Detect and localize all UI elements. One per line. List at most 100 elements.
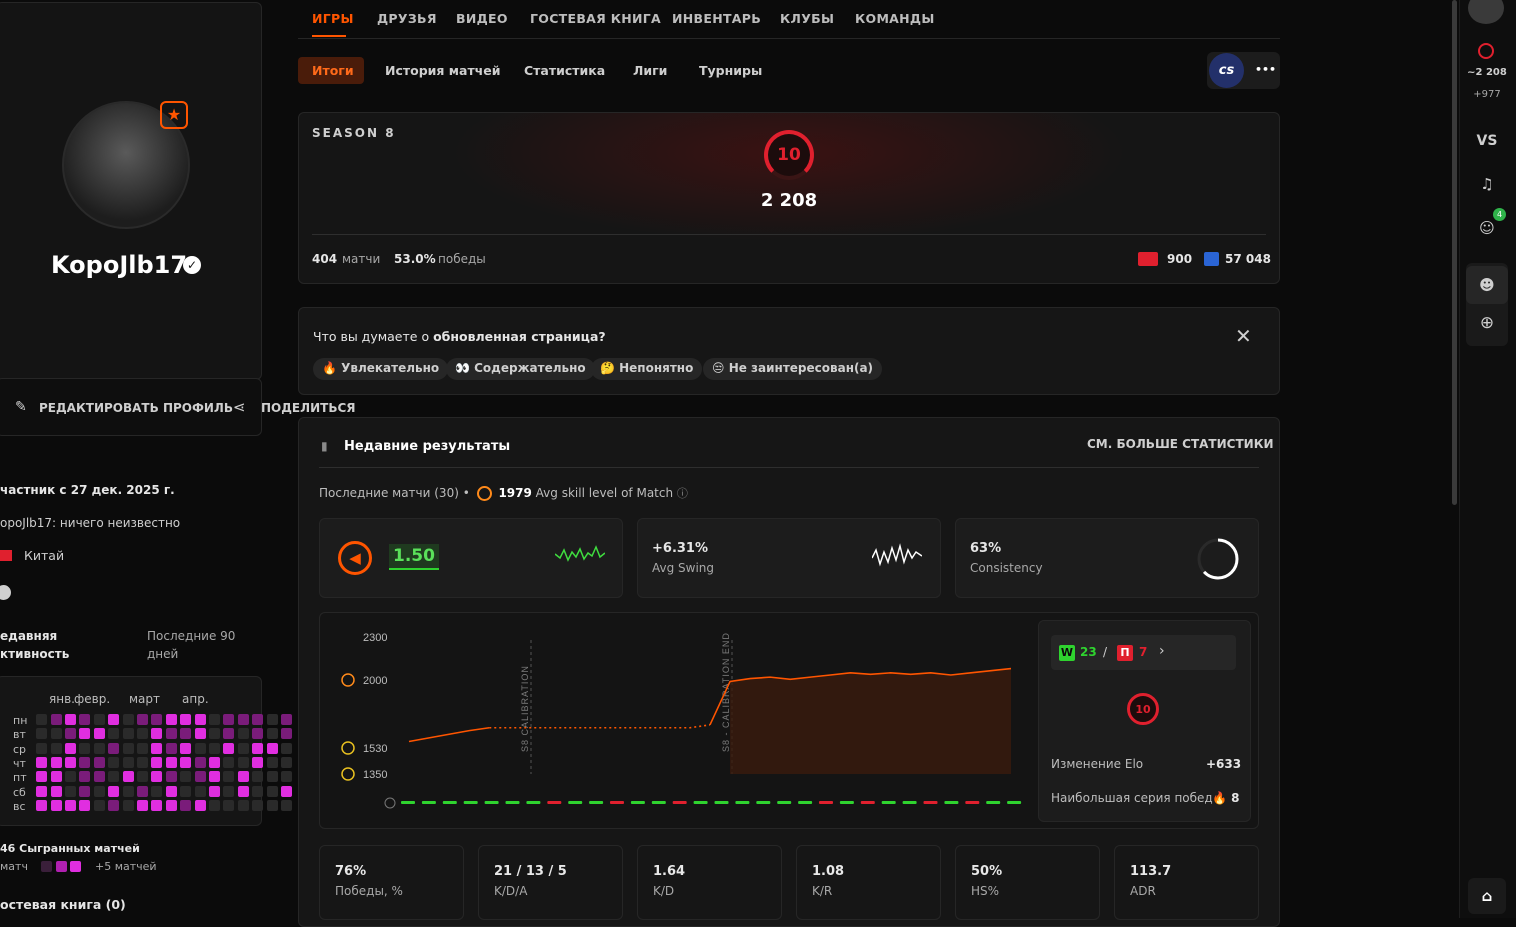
heatmap-cell[interactable] bbox=[36, 756, 48, 768]
heatmap-cell[interactable] bbox=[223, 799, 235, 811]
heatmap-cell[interactable] bbox=[36, 742, 48, 754]
edit-profile-button[interactable]: РЕДАКТИРОВАТЬ ПРОФИЛЬ bbox=[39, 401, 233, 415]
heatmap-cell[interactable] bbox=[281, 785, 292, 797]
match-result-mark[interactable] bbox=[421, 801, 436, 804]
heatmap-cell[interactable] bbox=[180, 742, 192, 754]
heatmap-cell[interactable] bbox=[165, 771, 177, 783]
heatmap-cell[interactable] bbox=[151, 756, 163, 768]
heatmap-cell[interactable] bbox=[180, 714, 192, 725]
heatmap-cell[interactable] bbox=[194, 785, 206, 797]
add-icon[interactable]: ⊕ bbox=[1472, 313, 1502, 333]
heatmap-cell[interactable] bbox=[223, 728, 235, 740]
heatmap-cell[interactable] bbox=[137, 771, 148, 783]
info-icon[interactable]: ⓘ bbox=[677, 487, 688, 500]
heatmap-cell[interactable] bbox=[194, 771, 206, 783]
vs-button[interactable]: VS bbox=[1472, 133, 1502, 149]
heatmap-cell[interactable] bbox=[165, 714, 177, 725]
tab-inventory[interactable]: ИНВЕНТАРЬ bbox=[672, 11, 761, 26]
results-info-icon[interactable] bbox=[384, 797, 396, 809]
heatmap-cell[interactable] bbox=[137, 785, 148, 797]
match-result-mark[interactable] bbox=[442, 801, 457, 804]
match-result-mark[interactable] bbox=[902, 801, 917, 804]
match-result-mark[interactable] bbox=[547, 801, 562, 804]
heatmap-cell[interactable] bbox=[93, 742, 105, 754]
heatmap-cell[interactable] bbox=[194, 742, 206, 754]
heatmap-cell[interactable] bbox=[108, 756, 120, 768]
match-result-mark[interactable] bbox=[798, 801, 813, 804]
chip-not-interested[interactable]: 😒 Не заинтересован(а) bbox=[703, 358, 883, 380]
match-result-mark[interactable] bbox=[986, 801, 1001, 804]
subtab-stats[interactable]: Статистика bbox=[524, 63, 605, 78]
match-result-mark[interactable] bbox=[965, 801, 980, 804]
share-button[interactable]: ПОДЕЛИТЬСЯ bbox=[261, 401, 356, 415]
heatmap-cell[interactable] bbox=[194, 728, 206, 740]
match-result-mark[interactable] bbox=[484, 801, 499, 804]
match-result-mark[interactable] bbox=[401, 801, 415, 804]
heatmap-cell[interactable] bbox=[36, 728, 48, 740]
heatmap-cell[interactable] bbox=[237, 756, 249, 768]
cs-game-icon[interactable]: cs bbox=[1209, 53, 1244, 88]
heatmap-cell[interactable] bbox=[36, 785, 48, 797]
heatmap-cell[interactable] bbox=[209, 728, 220, 740]
heatmap-cell[interactable] bbox=[93, 714, 105, 725]
heatmap-cell[interactable] bbox=[194, 799, 206, 811]
heatmap-cell[interactable] bbox=[165, 785, 177, 797]
heatmap-cell[interactable] bbox=[223, 714, 235, 725]
heatmap-cell[interactable] bbox=[165, 799, 177, 811]
match-result-mark[interactable] bbox=[568, 801, 583, 804]
heatmap-cell[interactable] bbox=[65, 714, 76, 725]
heatmap-cell[interactable] bbox=[151, 799, 163, 811]
heatmap-cell[interactable] bbox=[252, 756, 264, 768]
heatmap-cell[interactable] bbox=[50, 742, 62, 754]
heatmap-cell[interactable] bbox=[266, 728, 278, 740]
heatmap-cell[interactable] bbox=[93, 771, 105, 783]
heatmap-cell[interactable] bbox=[252, 714, 264, 725]
heatmap-cell[interactable] bbox=[122, 785, 134, 797]
more-button[interactable]: ••• bbox=[1255, 63, 1276, 76]
heatmap-cell[interactable] bbox=[223, 771, 235, 783]
match-result-mark[interactable] bbox=[777, 801, 792, 804]
match-result-mark[interactable] bbox=[860, 801, 875, 804]
heatmap-cell[interactable] bbox=[266, 714, 278, 725]
heatmap-cell[interactable] bbox=[108, 742, 120, 754]
heatmap-cell[interactable] bbox=[122, 714, 134, 725]
heatmap-cell[interactable] bbox=[151, 742, 163, 754]
heatmap-cell[interactable] bbox=[180, 785, 192, 797]
heatmap-cell[interactable] bbox=[223, 742, 235, 754]
match-result-mark[interactable] bbox=[693, 801, 708, 804]
heatmap-cell[interactable] bbox=[79, 785, 91, 797]
match-result-mark[interactable] bbox=[735, 801, 750, 804]
chip-unclear[interactable]: 🤔 Непонятно bbox=[591, 358, 703, 380]
heatmap-cell[interactable] bbox=[209, 756, 220, 768]
heatmap-cell[interactable] bbox=[237, 799, 249, 811]
heatmap-cell[interactable] bbox=[252, 785, 264, 797]
tab-friends[interactable]: ДРУЗЬЯ bbox=[377, 11, 437, 26]
heatmap-cell[interactable] bbox=[50, 785, 62, 797]
guestbook-title[interactable]: остевая книга (0) bbox=[0, 897, 126, 912]
heatmap-cell[interactable] bbox=[281, 799, 292, 811]
subtab-history[interactable]: История матчей bbox=[385, 63, 501, 78]
heatmap-cell[interactable] bbox=[137, 728, 148, 740]
heatmap-cell[interactable] bbox=[50, 714, 62, 725]
heatmap-cell[interactable] bbox=[266, 742, 278, 754]
tab-games[interactable]: ИГРЫ bbox=[312, 11, 354, 26]
tab-guestbook[interactable]: ГОСТЕВАЯ КНИГА bbox=[530, 11, 661, 26]
heatmap-cell[interactable] bbox=[108, 771, 120, 783]
heatmap-cell[interactable] bbox=[122, 742, 134, 754]
heatmap-cell[interactable] bbox=[151, 785, 163, 797]
heatmap-cell[interactable] bbox=[252, 771, 264, 783]
heatmap-cell[interactable] bbox=[266, 771, 278, 783]
heatmap-cell[interactable] bbox=[122, 756, 134, 768]
friends-icon[interactable]: ☺ bbox=[1472, 219, 1502, 237]
heatmap-cell[interactable] bbox=[266, 756, 278, 768]
heatmap-cell[interactable] bbox=[180, 728, 192, 740]
heatmap-cell[interactable] bbox=[266, 785, 278, 797]
subtab-tournaments[interactable]: Турниры bbox=[699, 63, 762, 78]
heatmap-cell[interactable] bbox=[93, 785, 105, 797]
heatmap-cell[interactable] bbox=[65, 799, 76, 811]
party-icon[interactable]: ☻ bbox=[1466, 266, 1508, 304]
match-result-mark[interactable] bbox=[839, 801, 854, 804]
heatmap-cell[interactable] bbox=[209, 785, 220, 797]
heatmap-cell[interactable] bbox=[36, 799, 48, 811]
heatmap-cell[interactable] bbox=[180, 771, 192, 783]
